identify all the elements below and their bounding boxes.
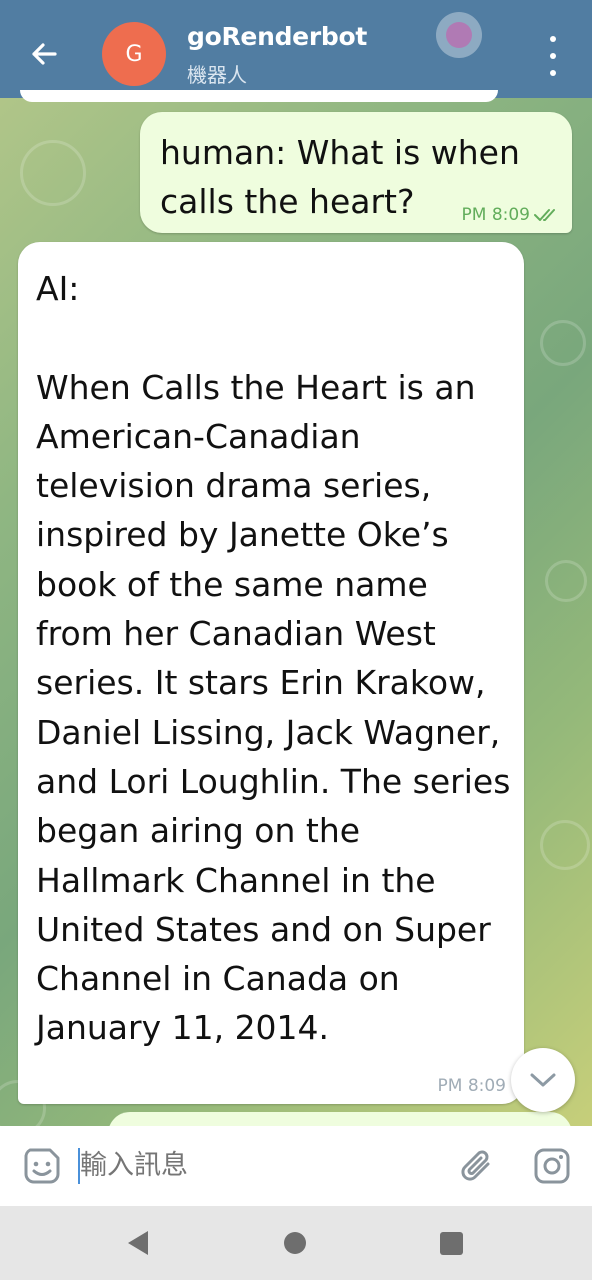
message-text: AI: When Calls the Heart is an American-…: [36, 269, 511, 1048]
message-composer: [0, 1126, 592, 1206]
previous-message-edge: [20, 90, 498, 102]
back-button[interactable]: [24, 34, 64, 74]
avatar-letter: G: [125, 41, 143, 67]
camera-icon: [534, 1148, 570, 1184]
incoming-message[interactable]: AI: When Calls the Heart is an American-…: [18, 242, 524, 1104]
attach-button[interactable]: [458, 1146, 498, 1186]
wallpaper-doodle: [545, 560, 587, 602]
double-check-icon: [534, 209, 555, 221]
chat-subtitle: 機器人: [187, 63, 247, 87]
chat-header: G goRenderbot 機器人: [0, 0, 592, 98]
overlay-dot-icon: [446, 22, 472, 48]
message-input[interactable]: [80, 1140, 450, 1192]
message-time: PM 8:09: [461, 205, 531, 225]
outgoing-message[interactable]: human: What is when calls the heart? PM …: [140, 112, 572, 233]
more-menu-button[interactable]: [538, 36, 568, 76]
nav-recents-icon[interactable]: [440, 1232, 463, 1255]
chat-title[interactable]: goRenderbot: [187, 22, 367, 51]
camera-button[interactable]: [532, 1146, 572, 1186]
wallpaper-doodle: [20, 140, 86, 206]
sticker-button[interactable]: [22, 1146, 62, 1186]
arrow-left-icon: [32, 43, 57, 65]
more-vertical-icon: [550, 36, 556, 42]
bot-avatar[interactable]: G: [102, 22, 166, 86]
message-meta: PM 8:09: [462, 205, 561, 225]
wallpaper-doodle: [540, 820, 590, 870]
text-caret: [78, 1148, 80, 1184]
nav-home-icon[interactable]: [284, 1232, 306, 1254]
system-navigation-bar: [0, 1206, 592, 1280]
floating-overlay-bubble[interactable]: [436, 12, 482, 58]
chevron-down-icon: [530, 1073, 556, 1087]
scroll-to-bottom-button[interactable]: [511, 1048, 575, 1112]
sticker-emoji-icon: [24, 1148, 60, 1184]
nav-back-icon[interactable]: [126, 1230, 150, 1256]
paperclip-icon: [461, 1150, 490, 1181]
wallpaper-doodle: [540, 320, 586, 366]
message-time: PM 8:09: [437, 1076, 507, 1096]
